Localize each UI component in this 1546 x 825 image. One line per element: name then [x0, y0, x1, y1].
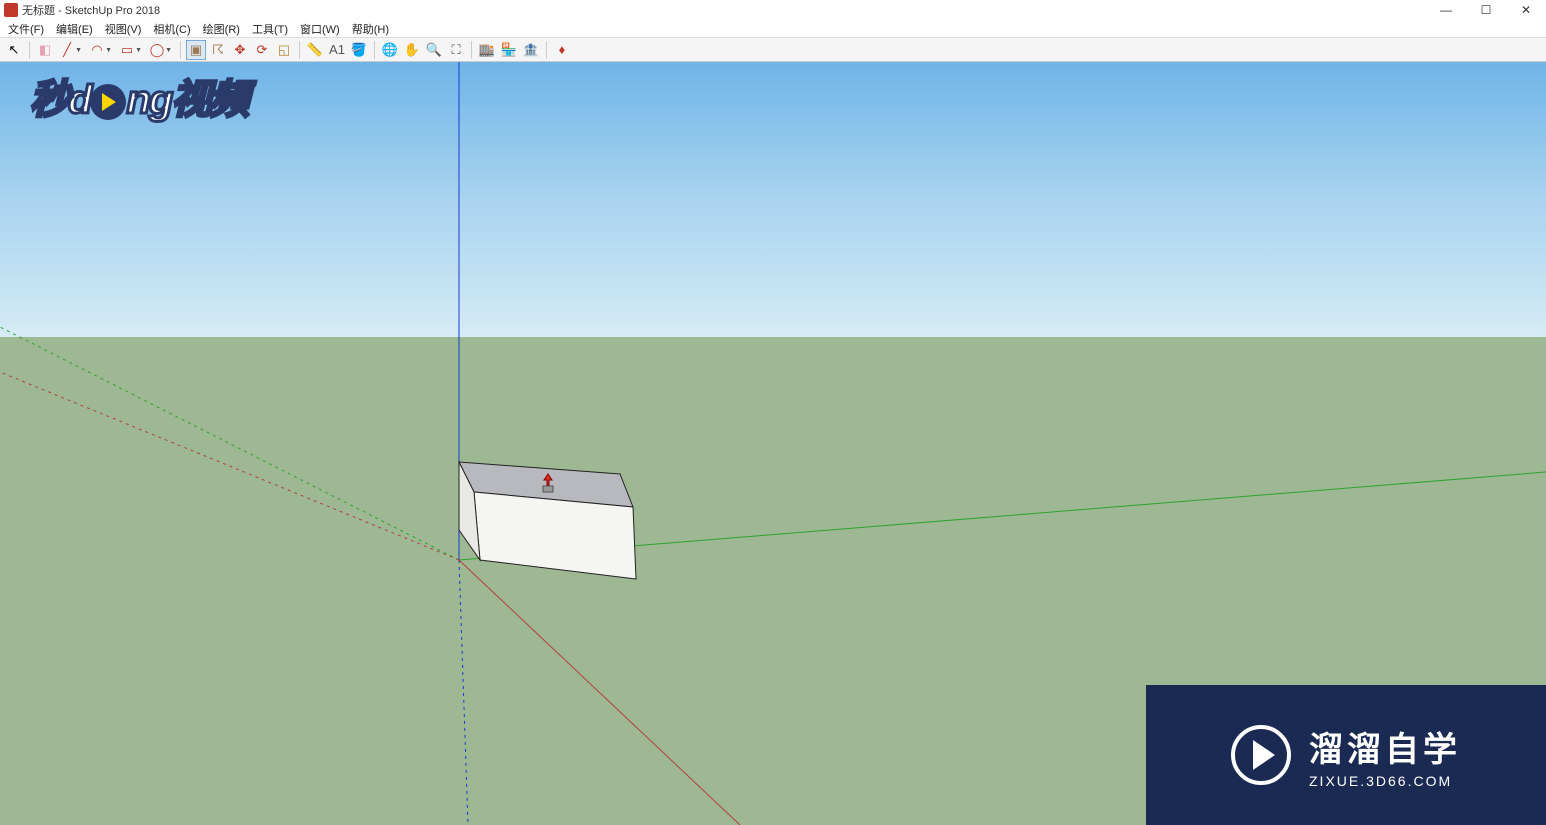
- move-tool-button[interactable]: ✥: [230, 40, 250, 60]
- ground-background: [0, 337, 1546, 825]
- menu-camera[interactable]: 相机(C): [147, 21, 196, 37]
- toolbar-divider: [471, 41, 472, 59]
- menu-help[interactable]: 帮助(H): [346, 21, 395, 37]
- menubar: 文件(F) 编辑(E) 视图(V) 相机(C) 绘图(R) 工具(T) 窗口(W…: [0, 20, 1546, 38]
- eraser-tool-button[interactable]: ◧: [35, 40, 55, 60]
- maximize-button[interactable]: ☐: [1466, 0, 1506, 20]
- text-tool-button[interactable]: A1: [327, 40, 347, 60]
- menu-draw[interactable]: 绘图(R): [197, 21, 246, 37]
- extension-tool-button[interactable]: ♦: [552, 40, 572, 60]
- toolbar-divider: [29, 41, 30, 59]
- warehouse-2-tool-button[interactable]: 🏪: [499, 40, 519, 60]
- rectangle-tool-button[interactable]: ▭▼: [117, 40, 137, 60]
- window-title: 无标题 - SketchUp Pro 2018: [22, 2, 160, 18]
- circle-tool-button[interactable]: ◯▼: [147, 40, 167, 60]
- zoom-tool-button[interactable]: 🔍: [424, 40, 444, 60]
- dropdown-caret-icon[interactable]: ▼: [75, 47, 82, 54]
- warehouse-3-tool-button[interactable]: 🏦: [521, 40, 541, 60]
- toolbar-divider: [546, 41, 547, 59]
- push-pull-tool-button[interactable]: ▣: [186, 40, 206, 60]
- dropdown-caret-icon[interactable]: ▼: [165, 47, 172, 54]
- menu-view[interactable]: 视图(V): [99, 21, 148, 37]
- menu-tools[interactable]: 工具(T): [246, 21, 294, 37]
- zoom-extents-tool-button[interactable]: ⛶: [446, 40, 466, 60]
- rotate-tool-button[interactable]: ⟳: [252, 40, 272, 60]
- minimize-button[interactable]: —: [1426, 0, 1466, 20]
- toolbar-divider: [299, 41, 300, 59]
- line-tool-button[interactable]: ╱▼: [57, 40, 77, 60]
- viewport[interactable]: 秒dng视频 溜溜自学 ZIXUE.3D66.COM: [0, 62, 1546, 825]
- menu-file[interactable]: 文件(F): [2, 21, 50, 37]
- toolbar: ↖ ◧╱▼ ◠▼ ▭▼ ◯▼ ▣☈✥⟳◱ 📏A1🪣 🌐✋🔍⛶ 🏬🏪🏦 ♦: [0, 38, 1546, 62]
- sky-background: [0, 62, 1546, 337]
- dropdown-caret-icon[interactable]: ▼: [135, 47, 142, 54]
- toolbar-divider: [374, 41, 375, 59]
- arc-tool-button[interactable]: ◠▼: [87, 40, 107, 60]
- select-tool-button[interactable]: ↖: [4, 40, 24, 60]
- paint-tool-button[interactable]: 🪣: [349, 40, 369, 60]
- tape-tool-button[interactable]: 📏: [305, 40, 325, 60]
- window-controls: — ☐ ✕: [1426, 0, 1546, 20]
- app-icon: [4, 3, 18, 17]
- pan-tool-button[interactable]: ✋: [402, 40, 422, 60]
- menu-window[interactable]: 窗口(W): [294, 21, 346, 37]
- orbit-tool-button[interactable]: 🌐: [380, 40, 400, 60]
- scale-tool-button[interactable]: ◱: [274, 40, 294, 60]
- warehouse-1-tool-button[interactable]: 🏬: [477, 40, 497, 60]
- dropdown-caret-icon[interactable]: ▼: [105, 47, 112, 54]
- titlebar: 无标题 - SketchUp Pro 2018 — ☐ ✕: [0, 0, 1546, 20]
- close-button[interactable]: ✕: [1506, 0, 1546, 20]
- menu-edit[interactable]: 编辑(E): [50, 21, 99, 37]
- offset-tool-button[interactable]: ☈: [208, 40, 228, 60]
- toolbar-divider: [180, 41, 181, 59]
